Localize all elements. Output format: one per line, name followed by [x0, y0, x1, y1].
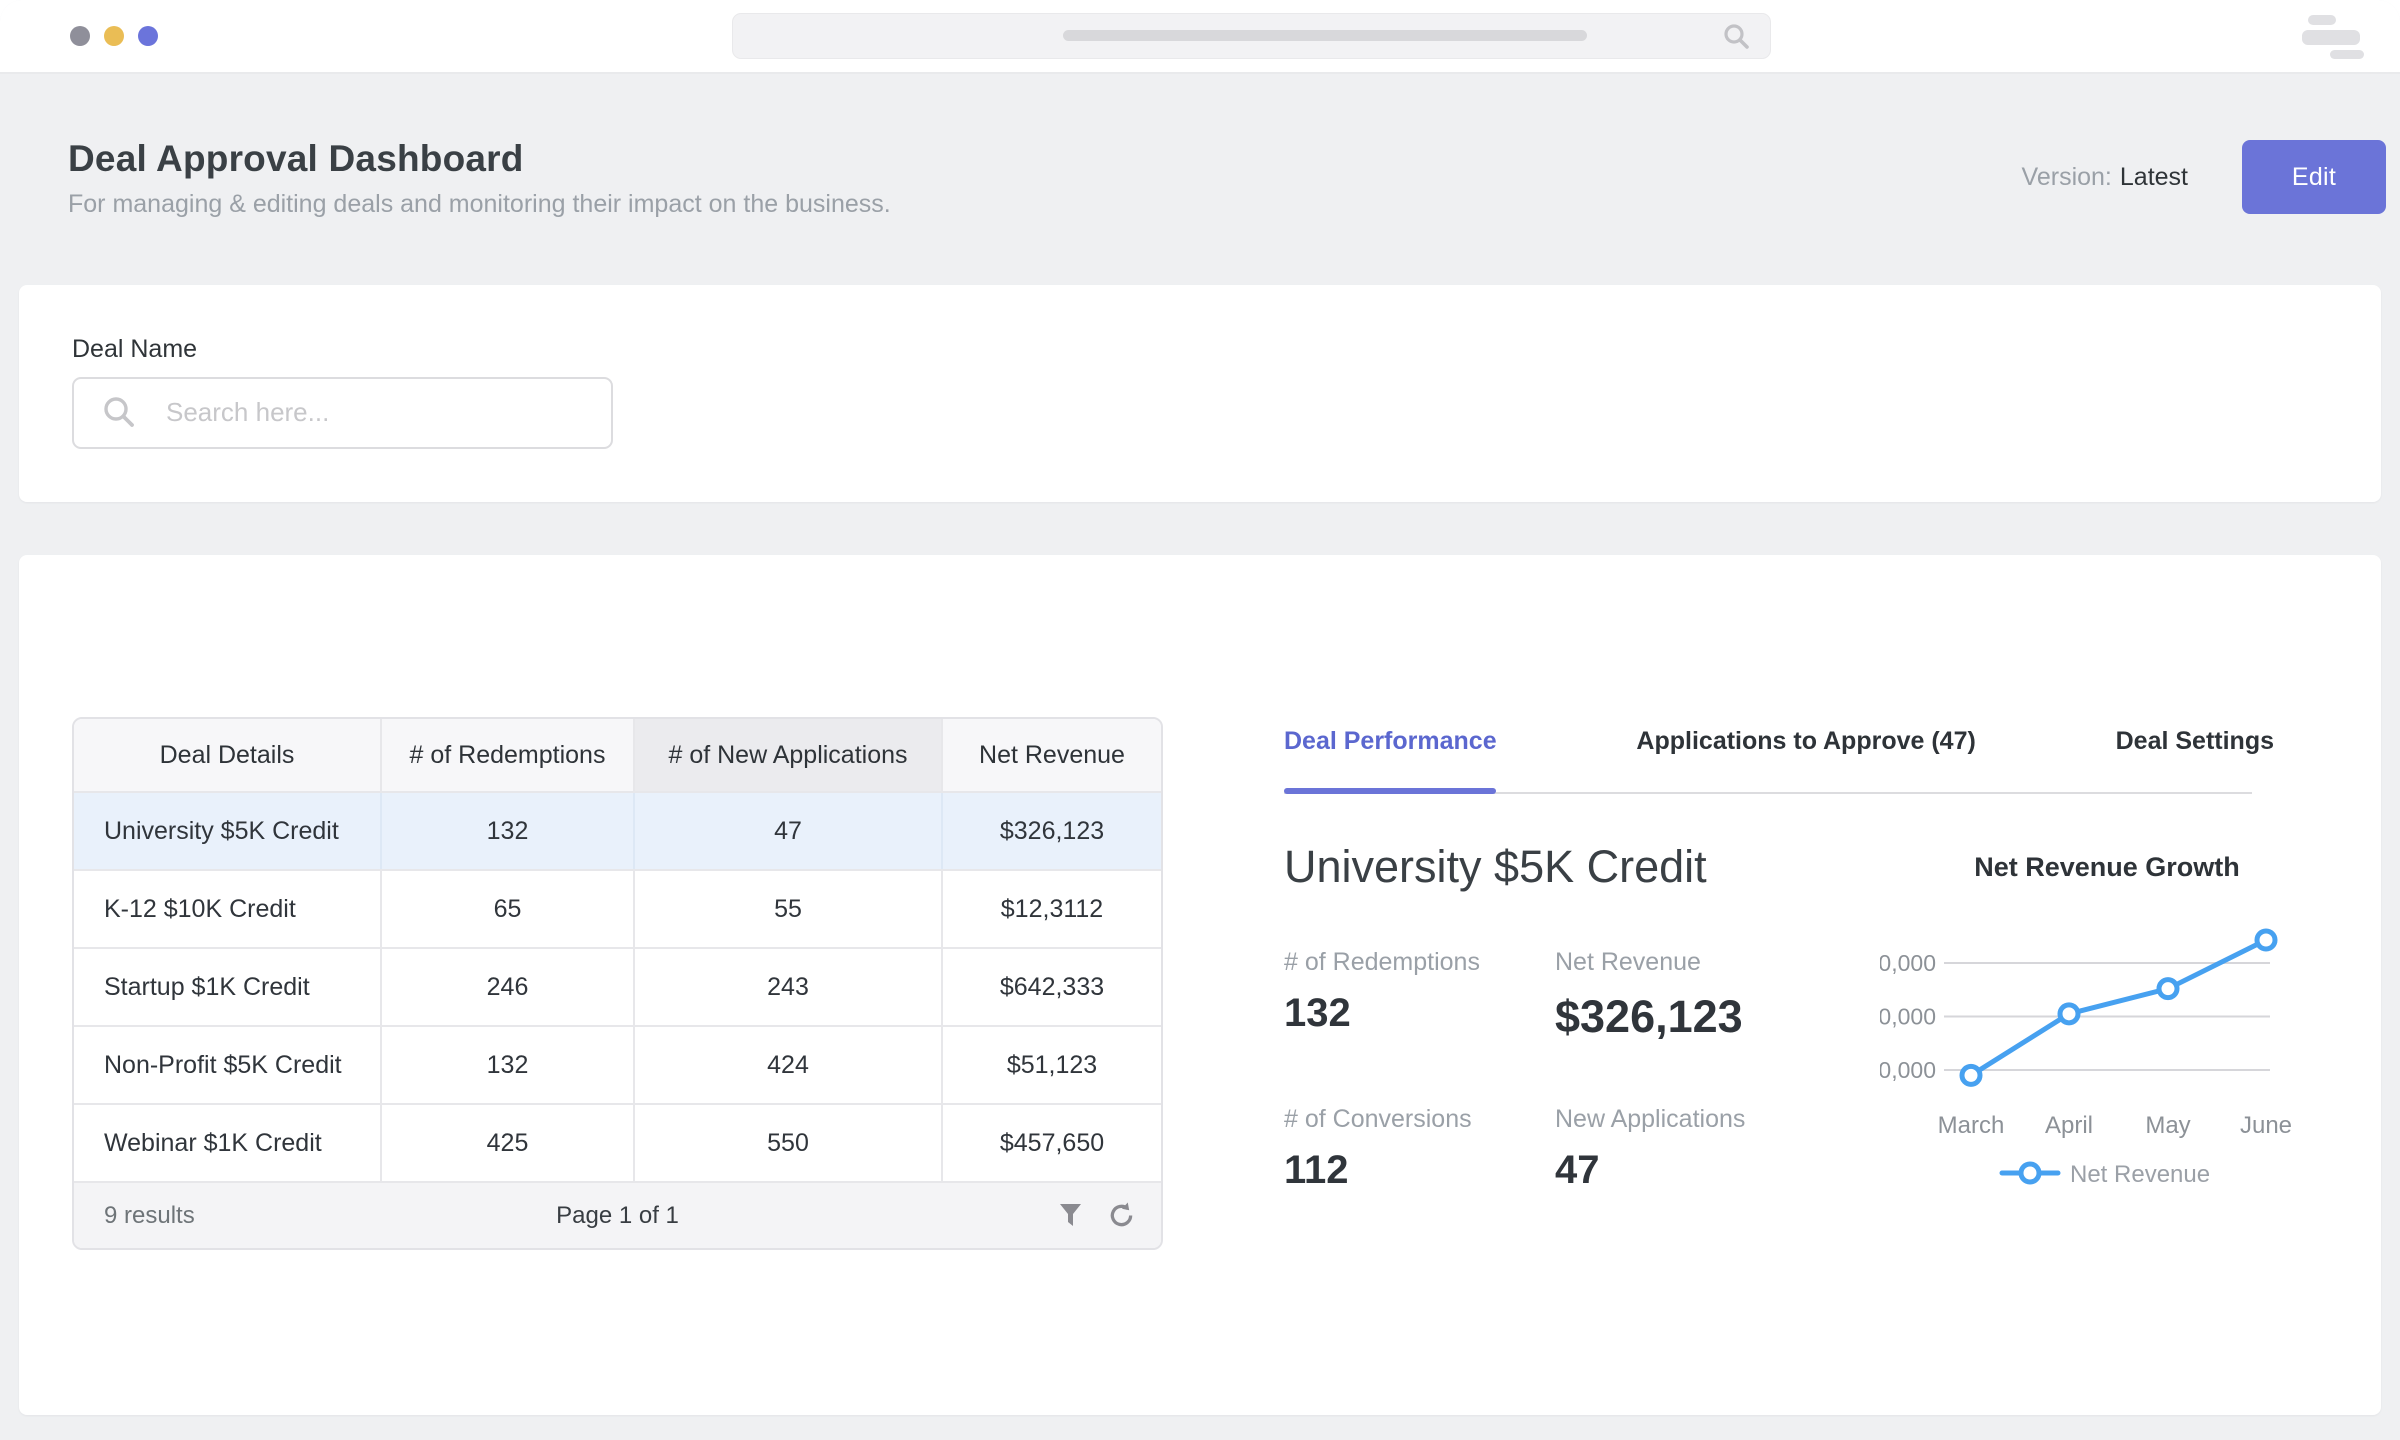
tabs: Deal Performance Applications to Approve …: [1284, 727, 2274, 756]
table-cell[interactable]: 55: [635, 871, 943, 947]
svg-text:$300,000: $300,000: [1880, 950, 1936, 976]
tab-deal-settings[interactable]: Deal Settings: [2116, 727, 2274, 756]
deal-heading: University $5K Credit: [1284, 841, 1707, 893]
table-cell[interactable]: K-12 $10K Credit: [74, 871, 382, 947]
table-cell[interactable]: $642,333: [943, 949, 1161, 1025]
column-header-0[interactable]: Deal Details: [74, 719, 382, 791]
stat: New Applications 47: [1555, 1105, 1855, 1193]
stat-value: 132: [1284, 991, 1555, 1036]
table-cell[interactable]: 424: [635, 1027, 943, 1103]
table-cell[interactable]: 243: [635, 949, 943, 1025]
column-header-3[interactable]: Net Revenue: [943, 719, 1161, 791]
table-cell[interactable]: 550: [635, 1105, 943, 1181]
dashboard-page: Deal Approval Dashboard For managing & e…: [0, 72, 2400, 1440]
stat-value: $326,123: [1555, 991, 1855, 1043]
address-bar[interactable]: [732, 13, 1771, 59]
table-cell[interactable]: Webinar $1K Credit: [74, 1105, 382, 1181]
app-window: Deal Approval Dashboard For managing & e…: [0, 0, 2400, 1440]
table-cell[interactable]: 132: [382, 1027, 635, 1103]
table-row[interactable]: Non-Profit $5K Credit132424$51,123: [74, 1025, 1161, 1103]
window-dot-gray[interactable]: [70, 26, 90, 46]
stat-label: Net Revenue: [1555, 948, 1855, 977]
deals-card: Deal Details# of Redemptions# of New App…: [19, 555, 2381, 1415]
stat: # of Conversions 112: [1284, 1105, 1555, 1193]
svg-text:March: March: [1938, 1112, 2005, 1139]
version-value: Latest: [2120, 163, 2188, 191]
filter-card: Deal Name: [19, 285, 2381, 502]
version-info: Version: Latest: [2022, 163, 2188, 192]
stat: # of Redemptions 132: [1284, 948, 1555, 1043]
header-actions: Version: Latest Edit: [2022, 140, 2386, 214]
table-cell[interactable]: 47: [635, 793, 943, 869]
stat-value: 47: [1555, 1148, 1855, 1193]
deal-search-input[interactable]: [164, 379, 598, 445]
page-subtitle: For managing & editing deals and monitor…: [68, 190, 891, 219]
results-count: 9 results: [104, 1202, 195, 1230]
window-dot-indigo[interactable]: [138, 26, 158, 46]
window-dot-yellow[interactable]: [104, 26, 124, 46]
table-footer: 9 results Page 1 of 1: [74, 1181, 1161, 1248]
search-icon: [1722, 22, 1750, 50]
browser-chrome: [0, 0, 2400, 74]
table-cell[interactable]: 132: [382, 793, 635, 869]
tab-deal-performance[interactable]: Deal Performance: [1284, 727, 1497, 756]
search-icon: [102, 395, 136, 429]
chart-title: Net Revenue Growth: [1880, 852, 2334, 883]
table-cell[interactable]: $12,3112: [943, 871, 1161, 947]
stat: Net Revenue $326,123: [1555, 948, 1855, 1043]
table-cell[interactable]: $326,123: [943, 793, 1161, 869]
tab-applications-to-approve-47-[interactable]: Applications to Approve (47): [1636, 727, 1975, 756]
active-tab-underline: [1284, 788, 1496, 794]
deal-name-label: Deal Name: [72, 335, 197, 364]
table-cell[interactable]: $457,650: [943, 1105, 1161, 1181]
table-body: University $5K Credit13247$326,123K-12 $…: [74, 791, 1161, 1181]
stat-label: # of Redemptions: [1284, 948, 1555, 977]
refresh-icon[interactable]: [1108, 1202, 1135, 1229]
svg-text:$100,000: $100,000: [1880, 1057, 1936, 1083]
stats-grid: # of Redemptions132Net Revenue$326,123# …: [1284, 948, 1855, 1193]
column-header-2[interactable]: # of New Applications: [635, 719, 943, 791]
table-row[interactable]: K-12 $10K Credit6555$12,3112: [74, 869, 1161, 947]
svg-text:June: June: [2240, 1112, 2292, 1139]
page-indicator: Page 1 of 1: [74, 1202, 1161, 1230]
table-row[interactable]: University $5K Credit13247$326,123: [74, 791, 1161, 869]
url-placeholder-pill: [1063, 30, 1587, 41]
table-cell[interactable]: 425: [382, 1105, 635, 1181]
table-cell[interactable]: 246: [382, 949, 635, 1025]
stat-value: 112: [1284, 1148, 1555, 1193]
stat-label: New Applications: [1555, 1105, 1855, 1134]
stat-label: # of Conversions: [1284, 1105, 1555, 1134]
table-cell[interactable]: Non-Profit $5K Credit: [74, 1027, 382, 1103]
svg-text:May: May: [2145, 1112, 2190, 1139]
page-title: Deal Approval Dashboard: [68, 138, 524, 180]
version-label: Version:: [2022, 163, 2112, 191]
table-row[interactable]: Webinar $1K Credit425550$457,650: [74, 1103, 1161, 1181]
filter-icon[interactable]: [1057, 1202, 1084, 1229]
svg-text:$200,000: $200,000: [1880, 1004, 1936, 1030]
svg-text:Net Revenue: Net Revenue: [2070, 1161, 2210, 1188]
window-controls: [70, 26, 158, 46]
deal-search-field: [72, 377, 613, 449]
column-header-1[interactable]: # of Redemptions: [382, 719, 635, 791]
table-cell[interactable]: University $5K Credit: [74, 793, 382, 869]
table-header-row: Deal Details# of Redemptions# of New App…: [74, 719, 1161, 791]
table-cell[interactable]: $51,123: [943, 1027, 1161, 1103]
table-cell[interactable]: 65: [382, 871, 635, 947]
svg-text:April: April: [2045, 1112, 2093, 1139]
deals-table: Deal Details# of Redemptions# of New App…: [72, 717, 1163, 1250]
edit-button[interactable]: Edit: [2242, 140, 2386, 214]
table-cell[interactable]: Startup $1K Credit: [74, 949, 382, 1025]
revenue-chart: $100,000 $200,000 $300,000 March April May Jun…: [1880, 905, 2381, 1205]
table-row[interactable]: Startup $1K Credit246243$642,333: [74, 947, 1161, 1025]
menu-icon[interactable]: [2302, 15, 2366, 59]
